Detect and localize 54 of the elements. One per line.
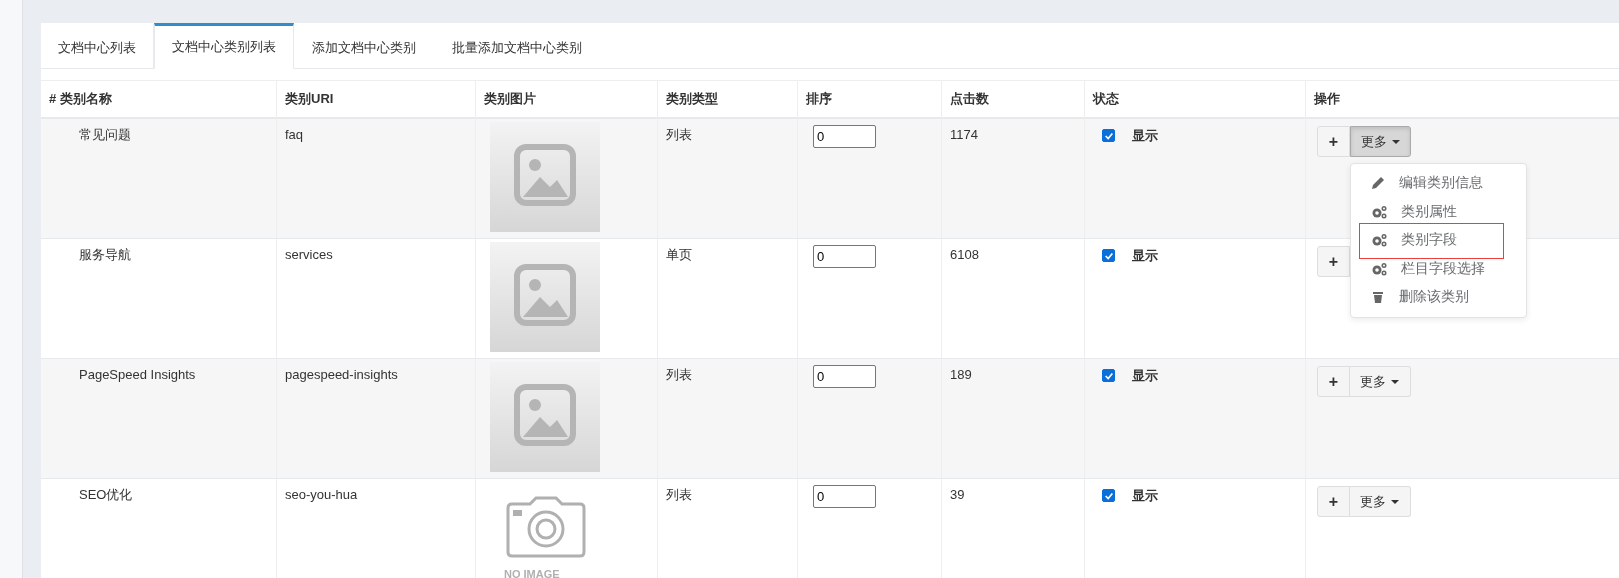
table-cell: pagespeed-insights [285,366,398,384]
trash-icon [1371,290,1385,305]
image-placeholder-icon [490,242,600,352]
more-button[interactable]: 更多 [1350,126,1411,157]
table-cell-text: PageSpeed Insights [78,366,196,384]
add-button[interactable]: + [1317,246,1350,277]
caret-icon [1391,499,1399,504]
menu-item[interactable]: 删除该类别 [1351,283,1526,312]
menu-item[interactable]: 栏目字段选择 [1351,254,1526,283]
menu-item[interactable]: 编辑类别信息 [1351,169,1526,198]
camera-icon [504,496,588,558]
caret-icon [1392,139,1400,144]
table-cell-text: 服务导航 [78,246,131,264]
more-button[interactable]: 更多 [1350,366,1411,397]
status-checkbox[interactable] [1102,249,1115,262]
add-button[interactable]: + [1317,486,1350,517]
gears-icon [1371,204,1387,219]
gears-icon [1371,233,1387,248]
status-label: 显示 [1132,127,1158,145]
add-button[interactable]: + [1317,126,1350,157]
table-cell: 列表 [666,486,692,504]
order-input[interactable]: 0 [813,125,876,148]
menu-item[interactable]: 类别字段 [1351,226,1526,255]
table-cell: 列表 [666,126,692,144]
more-button[interactable]: 更多 [1350,486,1411,517]
table-cell: 189 [950,366,972,384]
pencil-icon [1371,176,1385,191]
table-cell: services [285,246,333,264]
table-cell: 列表 [666,366,692,384]
table-cell: seo-you-hua [285,486,358,504]
table-cell: 1174 [950,126,978,144]
tab[interactable]: 批量添加文档中心类别 [434,23,600,69]
status-checkbox[interactable] [1102,489,1115,502]
tab[interactable]: 文档中心类别列表 [154,23,294,69]
add-button[interactable]: + [1317,366,1350,397]
order-input[interactable]: 0 [813,365,876,388]
caret-icon [1391,379,1399,384]
menu-item[interactable]: 类别属性 [1351,197,1526,226]
status-checkbox[interactable] [1102,369,1115,382]
status-label: 显示 [1132,247,1158,265]
status-checkbox[interactable] [1102,129,1115,142]
gears-icon [1371,261,1387,276]
order-input[interactable]: 0 [813,245,876,268]
table-cell-text: 常见问题 [78,126,131,144]
order-input[interactable]: 0 [813,485,876,508]
status-label: 显示 [1132,367,1158,385]
image-caption: NO IMAGE [504,568,560,578]
table-cell: 6108 [950,246,979,264]
table-cell: 39 [950,486,965,504]
table-cell-text: SEO优化 [78,486,133,504]
table-cell: faq [285,126,304,144]
table-cell: 单页 [666,246,692,264]
status-label: 显示 [1132,487,1158,505]
tab[interactable]: 添加文档中心类别 [294,23,434,69]
